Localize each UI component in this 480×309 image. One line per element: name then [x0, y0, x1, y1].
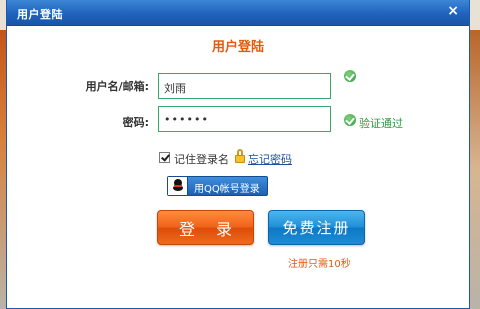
username-input[interactable]: 刘雨: [158, 73, 331, 99]
qq-login-button[interactable]: 用QQ帐号登录: [167, 176, 268, 196]
qq-penguin-icon: [173, 179, 183, 192]
form-heading: 用户登陆: [211, 40, 264, 55]
register-hint: 注册只需10秒: [288, 259, 351, 270]
register-button[interactable]: 免费注册: [268, 210, 365, 245]
remember-label[interactable]: 记住登录名: [174, 151, 229, 167]
login-dialog: 用户登陆 × 用户登陆 用户名/邮箱: 刘雨 密码: •••••• 验证通过 记…: [6, 0, 470, 309]
password-label: 密码:: [122, 116, 149, 129]
qq-icon-box: [168, 177, 188, 195]
dialog-title: 用户登陆: [17, 8, 63, 21]
username-label: 用户名/邮箱:: [85, 80, 149, 93]
password-input[interactable]: ••••••: [158, 106, 331, 132]
forgot-password-link[interactable]: 忘记密码: [248, 151, 292, 167]
login-button[interactable]: 登 录: [157, 210, 254, 245]
close-icon[interactable]: ×: [447, 3, 459, 19]
check-circle-icon: [344, 114, 356, 126]
qq-login-label: 用QQ帐号登录: [194, 184, 260, 195]
dialog-titlebar[interactable]: 用户登陆 ×: [7, 0, 469, 26]
backdrop-right-edge: [470, 30, 480, 309]
check-circle-icon: [344, 70, 356, 82]
verify-status: 验证通过: [359, 117, 403, 130]
lock-icon: [235, 149, 245, 163]
remember-checkbox[interactable]: [159, 152, 170, 163]
